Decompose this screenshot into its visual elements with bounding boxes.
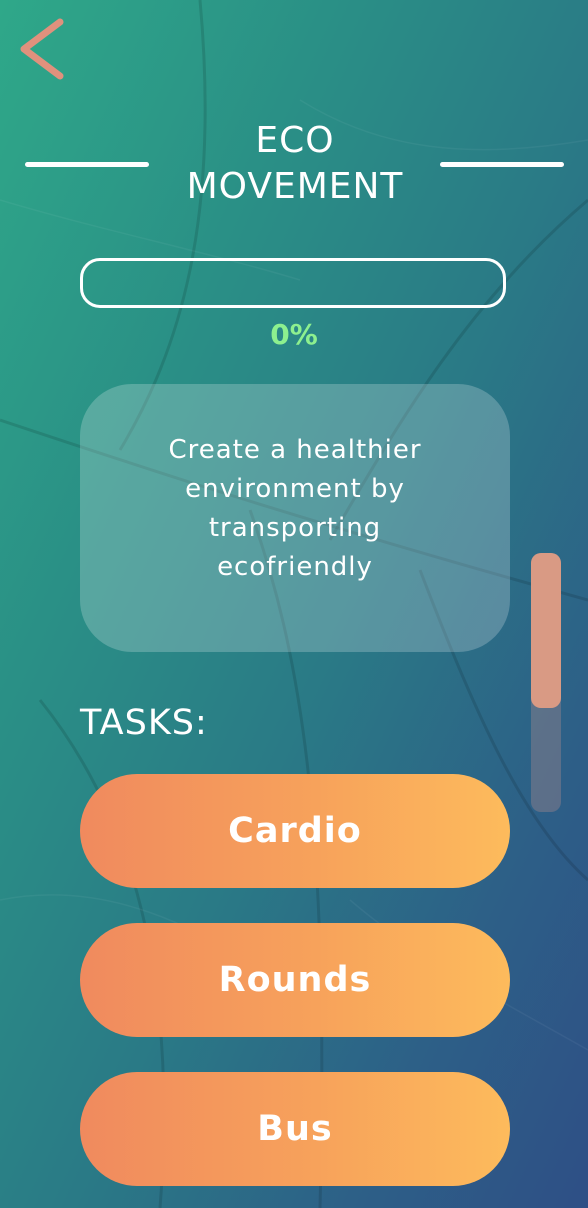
title-divider-left bbox=[25, 162, 149, 167]
back-button[interactable] bbox=[12, 14, 72, 84]
description-text: Create a healthier environment by transp… bbox=[168, 435, 422, 582]
title-divider-right bbox=[440, 162, 564, 167]
scrollbar-thumb[interactable] bbox=[531, 553, 561, 708]
page-title: ECO MOVEMENT bbox=[186, 120, 404, 207]
scrollbar[interactable] bbox=[531, 553, 561, 812]
progress-bar bbox=[80, 258, 506, 308]
task-button-rounds[interactable]: Rounds bbox=[80, 923, 510, 1037]
progress-percent: 0% bbox=[270, 318, 318, 351]
chevron-left-icon bbox=[20, 18, 64, 80]
task-button-cardio[interactable]: Cardio bbox=[80, 774, 510, 888]
tasks-heading: TASKS: bbox=[80, 703, 208, 743]
description-card: Create a healthier environment by transp… bbox=[80, 384, 510, 652]
page-header: ECO MOVEMENT bbox=[0, 118, 588, 214]
task-button-bus[interactable]: Bus bbox=[80, 1072, 510, 1186]
